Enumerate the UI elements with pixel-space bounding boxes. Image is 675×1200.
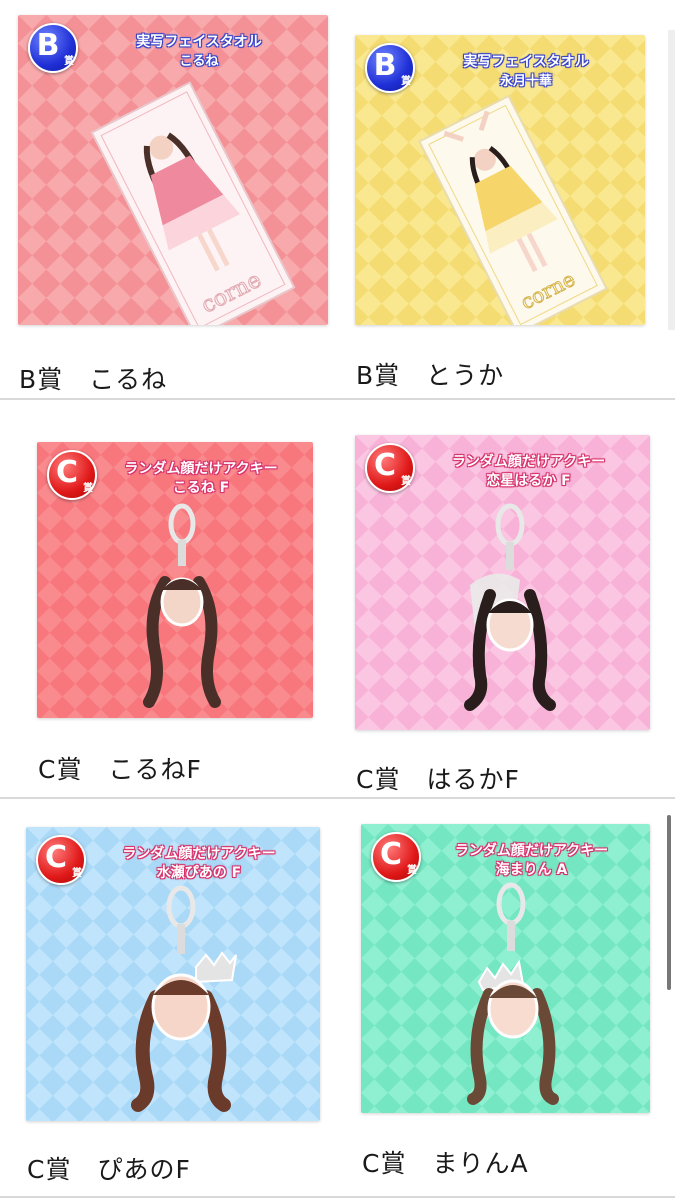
card-title: ランダム顔だけアクキー 海まりん A (454, 843, 609, 878)
product-caption: C賞 こるねF (38, 755, 202, 784)
b-prize-badge: B 賞 (28, 23, 78, 73)
vertical-scrollbar[interactable] (667, 815, 671, 990)
row-divider (0, 1196, 675, 1198)
product-card-c-piano[interactable]: C 賞 ランダム顔だけアクキー 水瀬ぴあの F (26, 827, 320, 1121)
product-card-b-touka[interactable]: corne B 賞 実写フェイスタオル 永月十華 (355, 35, 645, 325)
product-card-c-korune[interactable]: C 賞 ランダム顔だけアクキー こるね F (37, 442, 313, 718)
product-caption: C賞 ぴあのF (27, 1155, 191, 1184)
card-title: ランダム顔だけアクキー こるね F (124, 461, 278, 496)
c-prize-badge: C 賞 (47, 450, 97, 500)
product-caption: C賞 はるかF (356, 765, 520, 794)
c-prize-badge: C 賞 (36, 835, 86, 885)
row-divider (0, 398, 675, 400)
product-caption: B賞 こるね (19, 365, 168, 394)
card-title: 実写フェイスタオル 永月十華 (463, 54, 589, 89)
row-divider (0, 797, 675, 799)
c-prize-badge: C 賞 (371, 832, 421, 882)
product-card-c-haruka[interactable]: C 賞 ランダム顔だけアクキー 恋星はるか F (355, 435, 650, 730)
product-caption: B賞 とうか (356, 361, 505, 390)
card-title: 実写フェイスタオル こるね (136, 34, 262, 69)
product-caption: C賞 まりんA (362, 1149, 529, 1178)
b-prize-badge: B 賞 (365, 43, 415, 93)
c-prize-badge: C 賞 (365, 443, 415, 493)
product-card-b-korune[interactable]: corne B 賞 実写フェイスタオル こるね (18, 15, 328, 325)
card-title: ランダム顔だけアクキー 水瀬ぴあの F (122, 846, 276, 881)
right-edge-card-peek (668, 30, 675, 330)
card-title: ランダム顔だけアクキー 恋星はるか F (451, 454, 606, 489)
product-card-c-marin[interactable]: C 賞 ランダム顔だけアクキー 海まりん A (361, 824, 650, 1113)
